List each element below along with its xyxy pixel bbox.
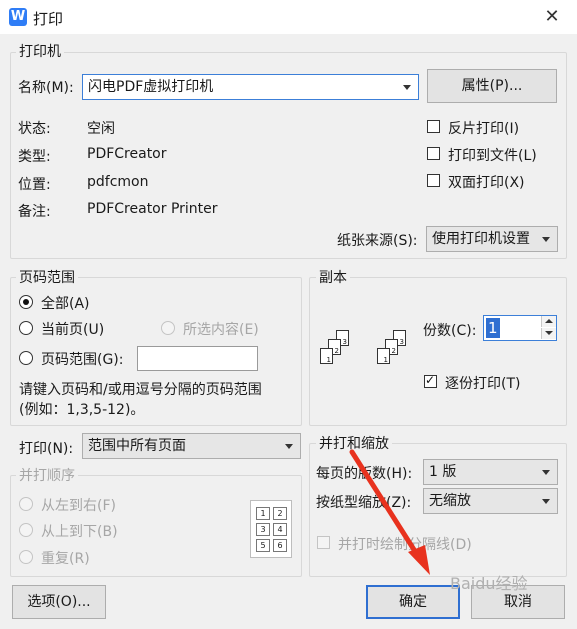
annotation-arrow-icon xyxy=(349,449,430,575)
watermark-text: Baidu经验 xyxy=(450,574,528,593)
